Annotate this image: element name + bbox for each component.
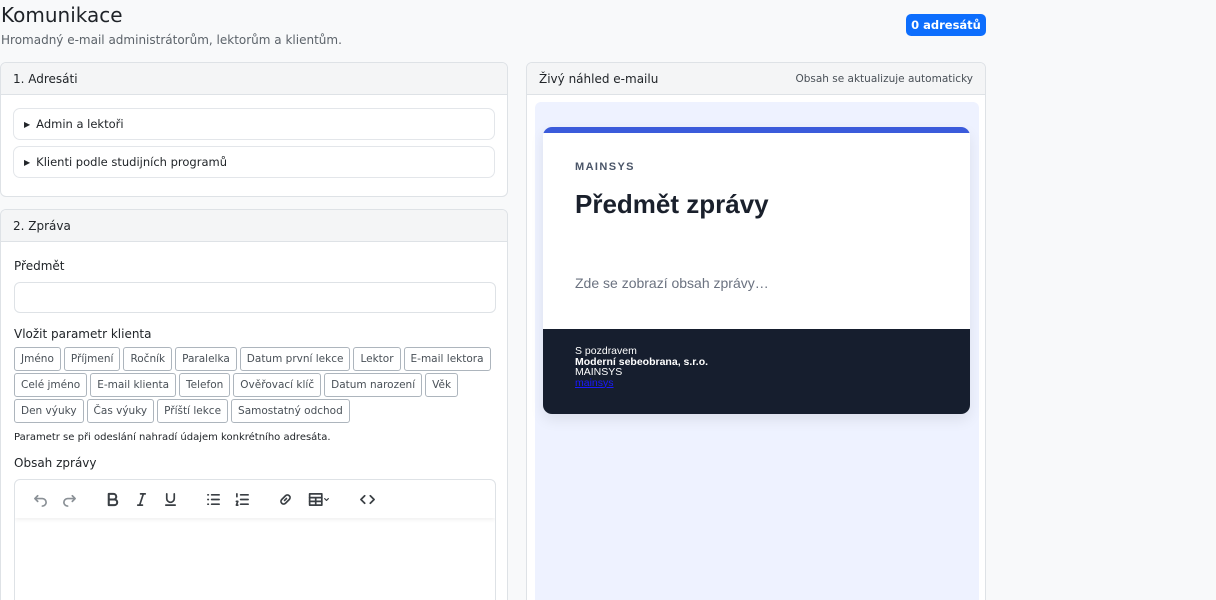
param-chip-lector[interactable]: Lektor [353,347,401,371]
param-chip-year[interactable]: Ročník [123,347,173,371]
italic-icon[interactable] [130,488,152,510]
param-chip-phone[interactable]: Telefon [179,373,231,397]
bold-icon[interactable] [101,488,123,510]
recipients-count-badge: 0 adresátů [906,14,986,36]
param-chip-lesson-day[interactable]: Den výuky [14,399,84,423]
params-label: Vložit parametr klienta [14,327,152,341]
numbered-list-icon[interactable] [231,488,253,510]
param-chip-client-email[interactable]: E-mail klienta [90,373,177,397]
email-subject: Předmět zprávy [575,189,769,219]
param-chip-last-name[interactable]: Příjmení [63,347,121,371]
accordion-label: Klienti podle studijních programů [36,155,227,169]
params-chip-list: Jméno Příjmení Ročník Paralelka Datum pr… [14,347,494,423]
footer-greeting: S pozdravem [575,345,637,357]
param-chip-full-name[interactable]: Celé jméno [14,373,88,397]
accordion-clients-by-program[interactable]: ▶ Klienti podle studijních programů [13,146,495,178]
page-subtitle: Hromadný e-mail administrátorům, lektorů… [1,33,342,47]
message-card-header: 2. Zpráva [1,210,507,242]
email-body: Zde se zobrazí obsah zprávy… [575,275,769,291]
param-chip-class[interactable]: Paralelka [175,347,237,371]
accordion-label: Admin a lektoři [36,117,124,131]
message-card: 2. Zpráva Předmět Vložit parametr klient… [0,209,508,600]
param-chip-birth-date[interactable]: Datum narození [324,373,423,397]
accordion-admin-lectors[interactable]: ▶ Admin a lektoři [13,108,495,140]
email-preview: MAINSYS Předmět zprávy Zde se zobrazí ob… [543,127,970,414]
params-hint: Parametr se při odeslání nahradí údajem … [14,432,331,443]
subject-label: Předmět [14,259,65,273]
footer-system: MAINSYS [575,366,623,378]
email-brand: MAINSYS [575,161,635,173]
param-chip-next-lesson[interactable]: Příští lekce [157,399,229,423]
preview-title: Živý náhled e-mailu [539,71,659,86]
bullet-list-icon[interactable] [202,488,224,510]
link-icon[interactable] [274,488,296,510]
underline-icon[interactable] [159,488,181,510]
param-chip-lesson-time[interactable]: Čas výuky [86,399,155,423]
table-icon[interactable] [303,488,335,510]
param-chip-first-name[interactable]: Jméno [14,347,61,371]
editor-toolbar [15,480,495,518]
param-chip-verification-key[interactable]: Ověřovací klíč [233,373,322,397]
param-chip-first-lesson-date[interactable]: Datum první lekce [239,347,351,371]
subject-input[interactable] [14,282,496,313]
communication-page: Komunikace Hromadný e-mail administrátor… [0,0,1216,600]
preview-auto-update-note: Obsah se aktualizuje automaticky [795,72,973,85]
footer-link[interactable]: mainsys [575,377,938,389]
expand-triangle-icon: ▶ [24,157,31,167]
code-icon[interactable] [356,488,378,510]
email-preview-card: Živý náhled e-mailu Obsah se aktualizuje… [526,62,986,600]
undo-icon[interactable] [29,488,51,510]
body-label: Obsah zprávy [14,456,97,470]
recipients-card-header: 1. Adresáti [1,63,507,95]
expand-triangle-icon: ▶ [24,119,31,129]
email-accent-bar [543,127,970,133]
preview-card-header: Živý náhled e-mailu Obsah se aktualizuje… [527,63,985,95]
param-chip-independent-leave[interactable]: Samostatný odchod [231,399,350,423]
param-chip-age[interactable]: Věk [425,373,459,397]
footer-company: Moderní sebeobrana, s.r.o. [575,355,709,368]
email-footer: S pozdravem Moderní sebeobrana, s.r.o. M… [543,329,970,414]
redo-icon[interactable] [58,488,80,510]
page-title: Komunikace [1,3,123,27]
param-chip-lector-email[interactable]: E-mail lektora [403,347,491,371]
recipients-card: 1. Adresáti ▶ Admin a lektoři ▶ Klienti … [0,62,508,197]
message-body-editor[interactable] [14,479,496,600]
